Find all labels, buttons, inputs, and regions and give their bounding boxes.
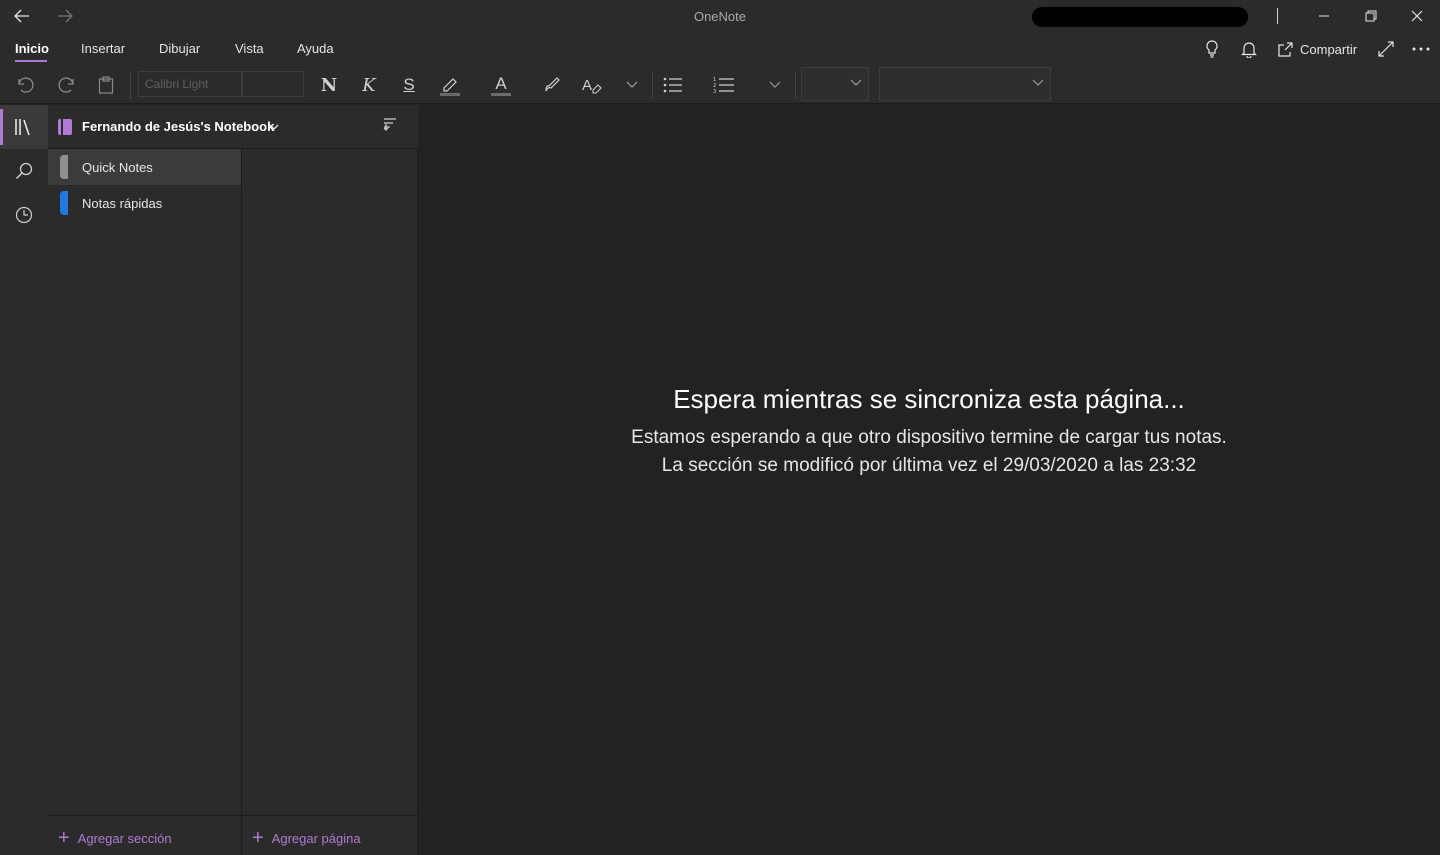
toolbar-divider (652, 71, 653, 99)
chevron-down-icon[interactable] (268, 119, 280, 135)
toolbar-divider (130, 71, 131, 99)
notifications-button[interactable] (1241, 38, 1257, 60)
expand-icon (1378, 41, 1394, 57)
close-icon (1411, 10, 1423, 22)
page-canvas: Espera mientras se sincroniza esta págin… (418, 105, 1440, 855)
section-color-tab (60, 191, 68, 215)
tab-dibujar[interactable]: Dibujar (159, 41, 200, 56)
numbered-list-icon: 123 (713, 77, 734, 94)
style-dropdown[interactable] (801, 67, 869, 101)
lightbulb-icon (1206, 40, 1218, 58)
share-button[interactable]: Compartir (1278, 38, 1357, 60)
add-page-button[interactable]: + Agregar página (252, 826, 361, 850)
tab-insertar[interactable]: Insertar (81, 41, 125, 56)
section-color-tab (60, 155, 68, 179)
more-icon (1412, 47, 1430, 51)
clear-formatting-button[interactable]: A (577, 70, 607, 100)
font-color-swatch (491, 93, 511, 96)
bulleted-list-icon (663, 77, 682, 93)
font-color-button[interactable]: A (486, 70, 516, 100)
title-bar: OneNote (0, 0, 1440, 32)
navigation-rail (0, 105, 48, 855)
clear-format-icon: A (582, 77, 602, 94)
format-painter-button[interactable] (537, 70, 567, 100)
heading-dropdown[interactable] (879, 67, 1051, 101)
section-notas-rapidas[interactable]: Notas rápidas (48, 185, 241, 221)
account-button[interactable] (1032, 7, 1248, 27)
section-label: Notas rápidas (82, 195, 163, 211)
tell-me-button[interactable] (1205, 38, 1219, 60)
search-icon (15, 162, 33, 180)
font-size-input[interactable] (242, 71, 304, 97)
search-nav-button[interactable] (0, 149, 48, 193)
add-page-label: Agregar página (271, 830, 361, 846)
paintbrush-icon (545, 77, 560, 92)
highlighter-icon (440, 78, 460, 96)
font-name-input[interactable]: Calibri Light (138, 71, 242, 97)
sort-icon[interactable] (382, 117, 398, 133)
section-quick-notes[interactable]: Quick Notes (48, 149, 241, 185)
chevron-down-icon (626, 81, 638, 88)
sync-message-title: Espera mientras se sincroniza esta págin… (673, 384, 1185, 414)
list-options-dropdown[interactable] (760, 70, 790, 100)
italic-button[interactable]: K (354, 70, 384, 100)
bold-button[interactable]: N (314, 70, 344, 100)
plus-icon: + (58, 827, 70, 849)
notebook-icon (58, 119, 72, 135)
redo-button[interactable] (51, 70, 81, 100)
numbering-button[interactable]: 123 (709, 70, 739, 100)
sync-message-line2: La sección se modificó por última vez el… (661, 455, 1197, 476)
chevron-down-icon (1032, 79, 1044, 86)
notebook-picker[interactable]: Fernando de Jesús's Notebook (82, 119, 274, 134)
redo-icon (58, 77, 74, 93)
more-formatting-dropdown[interactable] (617, 70, 647, 100)
clock-icon (15, 206, 33, 224)
highlight-button[interactable] (435, 70, 465, 100)
italic-glyph: K (362, 74, 376, 96)
recent-nav-button[interactable] (0, 193, 48, 237)
chevron-down-icon (850, 79, 862, 86)
clipboard-icon (98, 76, 114, 94)
titlebar-divider (1277, 8, 1278, 24)
close-button[interactable] (1395, 0, 1439, 32)
svg-text:3: 3 (713, 89, 716, 94)
plus-icon: + (252, 827, 264, 849)
chevron-down-icon (769, 81, 781, 88)
notebooks-nav-button[interactable] (0, 105, 48, 149)
rail-active-indicator (0, 109, 3, 145)
sync-message-line1: Estamos esperando a que otro dispositivo… (631, 427, 1227, 448)
paste-button[interactable] (91, 70, 121, 100)
ribbon-tabs: Inicio Insertar Dibujar Vista Ayuda Comp… (0, 32, 1440, 66)
svg-text:A: A (582, 77, 592, 94)
tab-ayuda[interactable]: Ayuda (297, 41, 334, 56)
pages-panel (242, 105, 418, 855)
add-section-button[interactable]: + Agregar sección (58, 826, 172, 850)
bell-icon (1241, 42, 1257, 58)
toolbar-divider (795, 71, 796, 99)
underline-button[interactable]: S (394, 70, 424, 100)
restore-button[interactable] (1349, 0, 1393, 32)
share-icon (1278, 42, 1293, 57)
add-section-label: Agregar sección (77, 830, 172, 846)
tab-inicio[interactable]: Inicio (15, 41, 49, 56)
active-tab-indicator (15, 60, 47, 62)
minimize-icon (1319, 15, 1329, 17)
undo-icon (18, 77, 34, 93)
library-icon (15, 119, 30, 136)
undo-button[interactable] (11, 70, 41, 100)
tab-vista[interactable]: Vista (235, 41, 264, 56)
underline-glyph: S (403, 75, 415, 94)
notebook-header: Fernando de Jesús's Notebook (48, 105, 418, 149)
ribbon-toolbar: Calibri Light N K S A A 123 (0, 66, 1440, 104)
panel-footer-divider (48, 815, 418, 816)
section-label: Quick Notes (82, 159, 153, 175)
fullscreen-button[interactable] (1378, 38, 1394, 60)
bold-glyph: N (320, 74, 338, 96)
more-options-button[interactable] (1412, 38, 1430, 60)
font-color-glyph: A (495, 74, 507, 93)
share-label: Compartir (1300, 41, 1358, 57)
minimize-button[interactable] (1302, 0, 1346, 32)
restore-icon (1365, 10, 1377, 22)
bullets-button[interactable] (658, 70, 688, 100)
